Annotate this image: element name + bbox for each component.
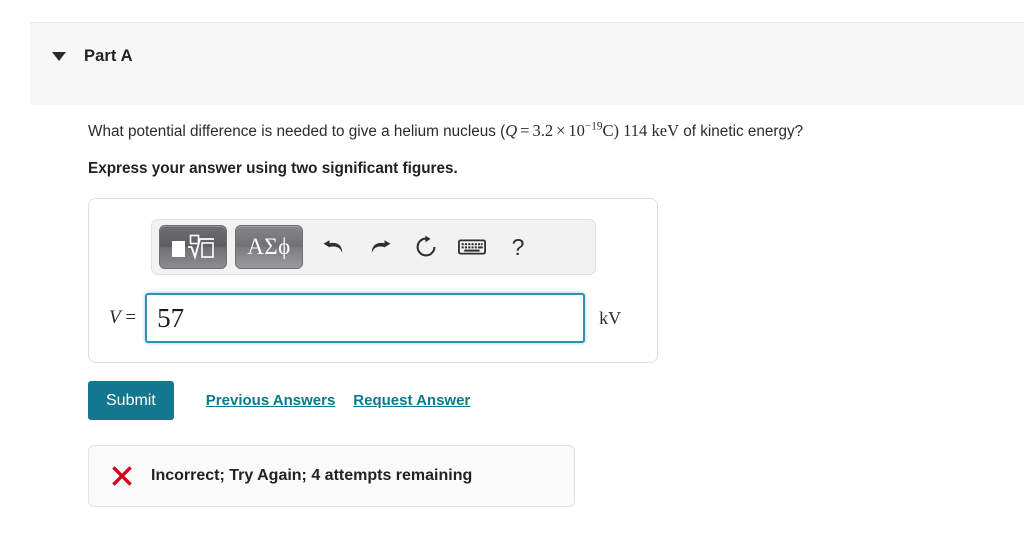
undo-icon[interactable] <box>311 227 357 267</box>
math-variable-q: Q <box>505 121 518 140</box>
feedback-banner: Incorrect; Try Again; 4 attempts remaini… <box>88 445 575 507</box>
math-coefficient: 3.2 <box>532 121 554 140</box>
submit-button[interactable]: Submit <box>88 381 174 420</box>
answer-variable-v: V <box>109 307 121 328</box>
math-times: × <box>556 121 566 140</box>
action-row: Submit Previous Answers Request Answer <box>88 381 470 420</box>
greek-symbols-button[interactable]: ΑΣϕ <box>235 225 303 269</box>
math-base: 10 <box>568 121 585 140</box>
caret-down-icon[interactable] <box>50 47 68 65</box>
question-instruction: Express your answer using two significan… <box>88 160 458 177</box>
greek-symbols-label: ΑΣϕ <box>247 234 291 259</box>
question-text-after: of kinetic energy? <box>683 123 804 140</box>
help-button[interactable]: ? <box>495 227 541 267</box>
answer-variable-label: V = <box>109 307 136 329</box>
question-text-before: What potential difference is needed to g… <box>88 123 506 140</box>
question-text-middle: ) 114 <box>613 121 648 140</box>
math-exponent: −19 <box>584 120 603 133</box>
previous-answers-link[interactable]: Previous Answers <box>206 392 336 409</box>
keyboard-icon[interactable] <box>449 227 495 267</box>
answer-entry-box: ΑΣϕ ? V = 57 kV <box>88 198 658 363</box>
feedback-message: Incorrect; Try Again; 4 attempts remaini… <box>151 467 473 484</box>
math-equals: = <box>520 121 530 140</box>
incorrect-x-icon <box>111 465 133 487</box>
answer-input-row: V = kV <box>109 293 643 343</box>
math-toolbar: ΑΣϕ ? <box>151 219 596 275</box>
reset-icon[interactable] <box>403 227 449 267</box>
page-title: Part A <box>84 46 133 65</box>
question-content: What potential difference is needed to g… <box>88 120 1014 178</box>
answer-input[interactable] <box>145 293 586 343</box>
math-template-button[interactable] <box>159 225 227 269</box>
request-answer-link[interactable]: Request Answer <box>353 392 470 409</box>
answer-unit-label: kV <box>599 307 622 328</box>
answer-equals-sign: = <box>125 307 137 328</box>
question-text: What potential difference is needed to g… <box>88 120 1014 143</box>
part-header-row[interactable]: Part A <box>30 23 1024 89</box>
math-unit-coulomb: C <box>602 121 614 140</box>
redo-icon[interactable] <box>357 227 403 267</box>
question-math-charge: Q = 3.2 × 10−19C <box>505 121 613 140</box>
part-header-band: Part A <box>30 22 1024 105</box>
question-energy-unit: keV <box>651 121 680 140</box>
